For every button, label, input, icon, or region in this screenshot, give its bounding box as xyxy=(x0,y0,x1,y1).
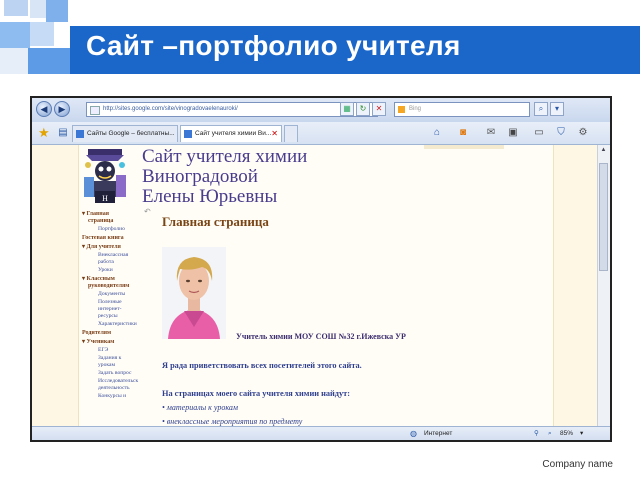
compat-icon: ▦ xyxy=(343,104,351,113)
site-title: Сайт учителя химии Виноградовой Елены Юр… xyxy=(142,147,307,207)
decor-arrow-icon: ↶ xyxy=(144,207,151,216)
decor-square xyxy=(4,0,28,16)
page-menu-icon[interactable]: ▭ xyxy=(532,126,546,140)
search-input[interactable]: Bing xyxy=(394,102,530,117)
welcome-text: Я рада приветствовать всех посетителей э… xyxy=(162,361,362,370)
tab-teacher-site[interactable]: Сайт учителя химии Ви... ✕ xyxy=(180,125,282,142)
google-sites-icon xyxy=(76,130,84,138)
refresh-icon: ↻ xyxy=(359,104,367,113)
sidebar-nav-item[interactable]: Характеристики xyxy=(98,321,137,328)
page-icon xyxy=(90,106,100,115)
zoom-icon[interactable]: ⌕ xyxy=(548,427,552,440)
sidebar-nav-item[interactable]: ЕГЭ xyxy=(98,347,108,354)
sidebar-nav-item[interactable]: ▾ Классным xyxy=(82,276,115,283)
sidebar-nav-item[interactable]: работа xyxy=(98,259,114,266)
bullet-item: • материалы к урокам xyxy=(162,403,238,412)
decor-square xyxy=(46,0,68,22)
sidebar-nav-item[interactable]: Уроки xyxy=(98,267,113,274)
protected-mode-icon[interactable]: ⚲ xyxy=(534,427,539,440)
new-tab-button[interactable] xyxy=(284,125,298,142)
sidebar-nav-item[interactable]: Задать вопрос xyxy=(98,370,131,377)
forward-arrow-icon: ▶ xyxy=(58,104,66,114)
sidebar-nav-item[interactable]: Исследовательск xyxy=(98,378,138,385)
sidebar-nav-item[interactable]: Гостевая книга xyxy=(82,235,124,242)
decor-square xyxy=(0,22,30,48)
page-heading: Главная страница xyxy=(162,214,269,229)
mail-icon[interactable]: ✉ xyxy=(484,126,498,140)
site-title-line: Сайт учителя химии xyxy=(142,146,308,167)
header-strip xyxy=(424,145,504,149)
back-button[interactable]: ◀ xyxy=(36,101,52,117)
company-name: Company name xyxy=(542,459,613,470)
address-bar-row: ◀ ▶ http://sites.google.com/site/vinogra… xyxy=(32,98,610,123)
sidebar-nav-item[interactable]: Портфолио xyxy=(98,226,125,233)
print-icon[interactable]: ▣ xyxy=(506,126,520,140)
bing-icon xyxy=(398,106,405,113)
search-placeholder: Bing xyxy=(409,106,422,112)
search-icon: ⌕ xyxy=(538,104,544,113)
search-options-button[interactable]: ▾ xyxy=(550,102,564,116)
zoom-level[interactable]: 85% xyxy=(560,427,573,440)
site-logo: H xyxy=(84,149,126,203)
sidebar-nav-item[interactable]: Документы xyxy=(98,291,125,298)
rss-feed-icon[interactable]: ◙ xyxy=(456,126,470,140)
globe-icon: ◍ xyxy=(410,429,417,438)
teacher-caption: Учитель химии МОУ СОШ №32 г.Ижевска УР xyxy=(236,332,406,341)
decor-square xyxy=(0,48,28,74)
compat-view-button[interactable]: ▦ xyxy=(340,102,354,116)
sidebar-nav-item[interactable]: деятельность xyxy=(98,385,130,392)
sidebar-nav-item[interactable]: руководителям xyxy=(88,283,129,290)
sidebar-nav-item[interactable]: Внеклассная xyxy=(98,252,128,259)
vertical-scrollbar[interactable]: ▲ xyxy=(597,145,610,426)
favorites-star-icon[interactable]: ★ xyxy=(38,125,50,141)
close-tab-icon[interactable]: ✕ xyxy=(271,126,278,141)
sidebar-nav-item[interactable]: интернет- xyxy=(98,306,122,313)
site-title-line: Виноградовой xyxy=(142,166,258,187)
sidebar-nav-item[interactable]: страница xyxy=(88,218,113,225)
site-title-line: Елены Юрьевны xyxy=(142,186,278,207)
browser-window: ◀ ▶ http://sites.google.com/site/vinogra… xyxy=(30,96,612,442)
security-zone: Интернет xyxy=(424,430,453,437)
sidebar-nav-item[interactable]: Полезные xyxy=(98,299,122,306)
decor-square xyxy=(30,22,54,46)
slide-title: Сайт –портфолио учителя xyxy=(86,30,461,61)
refresh-button[interactable]: ↻ xyxy=(356,102,370,116)
sidebar-nav-item[interactable]: Задания к xyxy=(98,355,121,362)
tab-row: ★ ▤ Сайты Google – бесплатны... Сайт учи… xyxy=(32,122,610,145)
tab-label: Сайт учителя химии Ви... xyxy=(195,130,272,137)
decor-square xyxy=(28,48,70,74)
sidebar-nav-item[interactable]: ▾ Главная xyxy=(82,211,109,218)
url-text: http://sites.google.com/site/vinogradova… xyxy=(103,106,238,112)
bullet-item: • внеклассные мероприятия по предмету xyxy=(162,417,303,426)
search-button[interactable]: ⌕ xyxy=(534,102,548,116)
home-icon[interactable]: ⌂ xyxy=(430,126,444,140)
tab-label: Сайты Google – бесплатны... xyxy=(87,130,175,137)
chevron-down-icon[interactable]: ▾ xyxy=(580,427,583,440)
url-input[interactable]: http://sites.google.com/site/vinogradova… xyxy=(86,102,378,117)
sidebar-nav-item[interactable]: ресурсы xyxy=(98,313,118,320)
status-bar: ◍ Интернет ⚲ ⌕ 85% ▾ xyxy=(32,426,610,440)
tab-google-sites[interactable]: Сайты Google – бесплатны... xyxy=(72,125,178,142)
teacher-photo xyxy=(162,247,226,339)
sidebar-nav-item[interactable]: Родителям xyxy=(82,330,111,337)
page-viewport: H Сайт учителя химии Виноградовой Елены … xyxy=(32,145,598,426)
quick-tabs-icon[interactable]: ▤ xyxy=(56,126,70,140)
scroll-up-icon[interactable]: ▲ xyxy=(599,147,608,157)
sidebar-nav-item[interactable]: ▾ Ученикам xyxy=(82,339,114,346)
forward-button[interactable]: ▶ xyxy=(54,101,70,117)
gear-icon[interactable]: ⚙ xyxy=(576,126,590,140)
sidebar-nav-item[interactable]: урокам xyxy=(98,362,115,369)
find-text: На страницах моего сайта учителя химии н… xyxy=(162,389,350,398)
safety-icon[interactable]: ⛉ xyxy=(554,126,568,140)
stop-icon: ✕ xyxy=(375,104,383,113)
scroll-thumb[interactable] xyxy=(599,163,608,271)
chevron-down-icon: ▾ xyxy=(554,104,559,113)
sidebar-nav-item[interactable]: Конкурсы и xyxy=(98,393,126,400)
stop-button[interactable]: ✕ xyxy=(372,102,386,116)
sidebar-nav-item[interactable]: ▾ Для учителя xyxy=(82,244,121,251)
back-arrow-icon: ◀ xyxy=(40,104,48,114)
svg-text:H: H xyxy=(102,194,108,203)
google-sites-icon xyxy=(184,130,192,138)
